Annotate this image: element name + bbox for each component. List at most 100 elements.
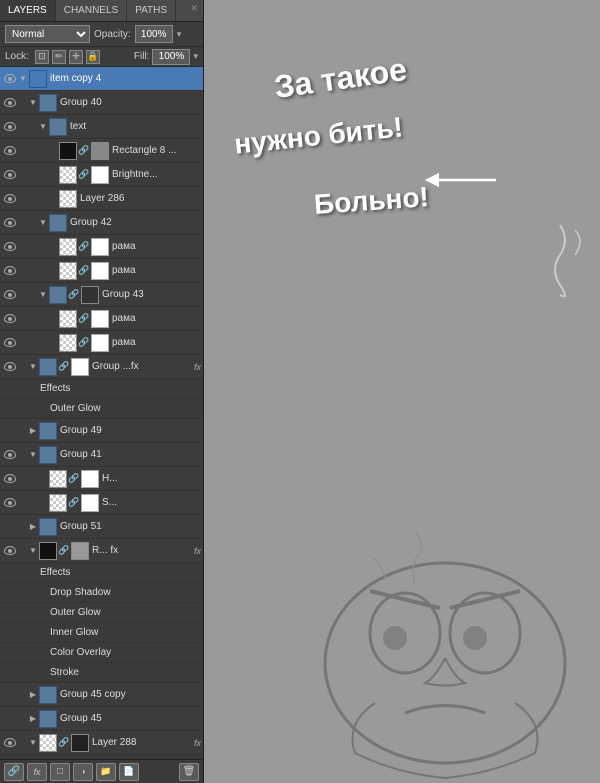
eye-visibility-toggle[interactable] bbox=[2, 163, 18, 186]
layer-row[interactable]: 🔗R... fxfx bbox=[0, 539, 203, 563]
eye-visibility-toggle[interactable] bbox=[2, 603, 18, 622]
layer-expand-triangle[interactable] bbox=[38, 218, 48, 228]
opacity-input[interactable] bbox=[135, 25, 173, 43]
layer-expand-triangle[interactable] bbox=[38, 122, 48, 132]
new-group-button[interactable]: 📁 bbox=[96, 763, 116, 781]
lock-position-button[interactable]: ✛ bbox=[69, 50, 83, 64]
layer-row[interactable]: 🔗Brightne... bbox=[0, 163, 203, 187]
eye-visibility-toggle[interactable] bbox=[2, 187, 18, 210]
eye-visibility-toggle[interactable] bbox=[2, 331, 18, 354]
layer-link-icon: 🔗 bbox=[78, 265, 90, 277]
tab-layers[interactable]: LAYERS bbox=[0, 0, 56, 21]
eye-visibility-toggle[interactable] bbox=[2, 419, 18, 442]
blend-mode-select[interactable]: Normal bbox=[5, 25, 90, 43]
eye-visibility-toggle[interactable] bbox=[2, 399, 18, 418]
new-adjustment-button[interactable]: ◑ bbox=[73, 763, 93, 781]
lock-all-button[interactable]: 🔒 bbox=[86, 50, 100, 64]
layer-expand-triangle[interactable] bbox=[28, 522, 38, 532]
layer-row[interactable]: text bbox=[0, 115, 203, 139]
eye-visibility-toggle[interactable] bbox=[2, 643, 18, 662]
eye-visibility-toggle[interactable] bbox=[2, 663, 18, 682]
layer-link-icon: 🔗 bbox=[78, 241, 90, 253]
add-style-button[interactable]: fx bbox=[27, 763, 47, 781]
layer-mask-thumbnail bbox=[81, 286, 99, 304]
eye-visibility-toggle[interactable] bbox=[2, 563, 18, 582]
eye-visibility-toggle[interactable] bbox=[2, 731, 18, 754]
layer-row[interactable]: Layer 286 bbox=[0, 187, 203, 211]
layer-row[interactable]: Group 42 bbox=[0, 211, 203, 235]
eye-visibility-toggle[interactable] bbox=[2, 67, 18, 90]
layer-row[interactable]: Inner Glow bbox=[0, 623, 203, 643]
layer-row[interactable]: 🔗рама bbox=[0, 307, 203, 331]
eye-visibility-toggle[interactable] bbox=[2, 91, 18, 114]
layer-row[interactable]: Outer Glow bbox=[0, 603, 203, 623]
layer-row[interactable]: 🔗S... bbox=[0, 491, 203, 515]
layer-expand-triangle[interactable] bbox=[28, 546, 38, 556]
lock-transparency-button[interactable]: ⊡ bbox=[35, 50, 49, 64]
eye-visibility-toggle[interactable] bbox=[2, 755, 18, 759]
layer-row[interactable]: Group 45 bbox=[0, 707, 203, 731]
layer-row[interactable]: 🔗Layer 288fx bbox=[0, 731, 203, 755]
layer-expand-triangle[interactable] bbox=[28, 98, 38, 108]
delete-layer-button[interactable]: 🗑 bbox=[179, 763, 199, 781]
layer-row[interactable]: Group 49 bbox=[0, 419, 203, 443]
layer-row[interactable]: Group 41 bbox=[0, 443, 203, 467]
eye-visibility-toggle[interactable] bbox=[2, 515, 18, 538]
eye-visibility-toggle[interactable] bbox=[2, 539, 18, 562]
layer-row[interactable]: Group 40 bbox=[0, 91, 203, 115]
layer-row[interactable]: 🔗рама bbox=[0, 259, 203, 283]
eye-visibility-toggle[interactable] bbox=[2, 307, 18, 330]
layer-row[interactable]: 🔗Group 43 bbox=[0, 283, 203, 307]
layer-expand-triangle[interactable] bbox=[38, 290, 48, 300]
eye-visibility-toggle[interactable] bbox=[2, 379, 18, 398]
eye-visibility-toggle[interactable] bbox=[2, 443, 18, 466]
layer-expand-triangle[interactable] bbox=[28, 690, 38, 700]
eye-visibility-toggle[interactable] bbox=[2, 235, 18, 258]
layer-row[interactable]: item copy 4 bbox=[0, 67, 203, 91]
eye-visibility-toggle[interactable] bbox=[2, 683, 18, 706]
layer-thumbnail bbox=[39, 686, 57, 704]
link-layers-button[interactable]: 🔗 bbox=[4, 763, 24, 781]
layer-row[interactable]: Effects bbox=[0, 379, 203, 399]
layer-row[interactable]: Group 45 copy bbox=[0, 683, 203, 707]
eye-visibility-toggle[interactable] bbox=[2, 283, 18, 306]
layer-row[interactable]: 🔗Rectangle 8 ... bbox=[0, 139, 203, 163]
eye-visibility-toggle[interactable] bbox=[2, 211, 18, 234]
layer-thumbnail bbox=[39, 94, 57, 112]
add-mask-button[interactable]: □ bbox=[50, 763, 70, 781]
tab-channels[interactable]: CHANNELS bbox=[56, 0, 127, 21]
eye-visibility-toggle[interactable] bbox=[2, 467, 18, 490]
lock-paint-button[interactable]: ✏ bbox=[52, 50, 66, 64]
eye-visibility-toggle[interactable] bbox=[2, 623, 18, 642]
eye-visibility-toggle[interactable] bbox=[2, 139, 18, 162]
layer-expand-triangle[interactable] bbox=[28, 450, 38, 460]
layer-expand-triangle[interactable] bbox=[28, 738, 38, 748]
layer-row[interactable]: 🔗рама bbox=[0, 235, 203, 259]
layer-row[interactable]: 🔗рама bbox=[0, 331, 203, 355]
layer-row[interactable]: Drop Shadow bbox=[0, 583, 203, 603]
panel-close-button[interactable]: ✕ bbox=[185, 0, 203, 21]
layer-row[interactable]: Stroke bbox=[0, 663, 203, 683]
layer-row[interactable]: Effects bbox=[0, 563, 203, 583]
layer-row[interactable]: 🔗H... bbox=[0, 467, 203, 491]
eye-visibility-toggle[interactable] bbox=[2, 583, 18, 602]
layer-row[interactable]: 🔗Group ...fxfx bbox=[0, 355, 203, 379]
layer-expand-triangle[interactable] bbox=[28, 362, 38, 372]
fill-input[interactable] bbox=[152, 49, 190, 65]
layer-expand-triangle[interactable] bbox=[28, 714, 38, 724]
eye-visibility-toggle[interactable] bbox=[2, 115, 18, 138]
layer-expand-triangle[interactable] bbox=[18, 74, 28, 84]
eye-visibility-toggle[interactable] bbox=[2, 707, 18, 730]
layer-thumbnail bbox=[59, 166, 77, 184]
eye-visibility-toggle[interactable] bbox=[2, 491, 18, 514]
layer-row[interactable]: Color Overlay bbox=[0, 643, 203, 663]
layer-row[interactable]: Effects bbox=[0, 755, 203, 759]
eye-icon bbox=[4, 146, 16, 155]
eye-visibility-toggle[interactable] bbox=[2, 259, 18, 282]
layer-expand-triangle[interactable] bbox=[28, 426, 38, 436]
eye-visibility-toggle[interactable] bbox=[2, 355, 18, 378]
new-layer-button[interactable]: 📄 bbox=[119, 763, 139, 781]
tab-paths[interactable]: PATHS bbox=[127, 0, 176, 21]
layer-row[interactable]: Group 51 bbox=[0, 515, 203, 539]
layer-row[interactable]: Outer Glow bbox=[0, 399, 203, 419]
